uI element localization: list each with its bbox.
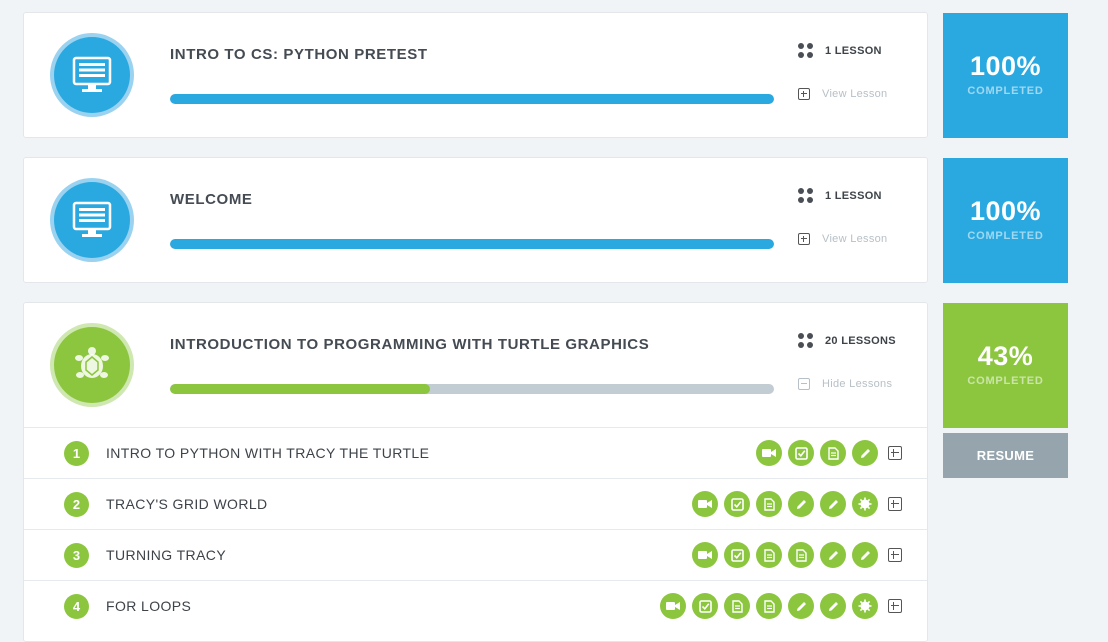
lesson-number: 2 xyxy=(64,491,89,517)
document-icon[interactable] xyxy=(756,491,782,517)
view-lesson-link[interactable]: View Lesson xyxy=(798,233,887,245)
minus-square-icon xyxy=(798,378,810,390)
unit-card: WELCOME 1 LESSON View Lesson xyxy=(23,157,928,283)
document-icon[interactable] xyxy=(756,542,782,568)
lesson-row[interactable]: 1 INTRO TO PYTHON WITH TRACY THE TURTLE xyxy=(24,427,927,478)
lesson-activities xyxy=(692,491,902,517)
progress-fill xyxy=(170,94,774,104)
unit-card: INTRODUCTION TO PROGRAMMING WITH TURTLE … xyxy=(23,302,928,642)
lesson-activities xyxy=(660,593,902,619)
expand-plus-icon[interactable] xyxy=(888,599,902,613)
lesson-activities xyxy=(692,542,902,568)
video-icon[interactable] xyxy=(692,542,718,568)
resume-button[interactable]: RESUME xyxy=(943,433,1068,478)
progress-bar xyxy=(170,384,774,394)
expand-plus-icon[interactable] xyxy=(888,497,902,511)
view-lesson-link[interactable]: View Lesson xyxy=(798,88,887,100)
lesson-count: 1 LESSON xyxy=(798,188,887,203)
video-icon[interactable] xyxy=(660,593,686,619)
lesson-title[interactable]: INTRO TO PYTHON WITH TRACY THE TURTLE xyxy=(106,445,429,461)
completion-percent: 43% xyxy=(977,341,1034,371)
video-icon[interactable] xyxy=(692,491,718,517)
lessons-grid-icon xyxy=(798,333,813,348)
completion-box: 100% COMPLETED xyxy=(943,13,1068,138)
document-icon[interactable] xyxy=(756,593,782,619)
document-icon[interactable] xyxy=(724,593,750,619)
pencil-icon[interactable] xyxy=(852,542,878,568)
unit-card: INTRO TO CS: PYTHON PRETEST 1 LESSON Vie… xyxy=(23,12,928,138)
video-icon[interactable] xyxy=(756,440,782,466)
lesson-title[interactable]: FOR LOOPS xyxy=(106,598,191,614)
lesson-number: 3 xyxy=(64,542,89,568)
lesson-activities xyxy=(756,440,902,466)
completion-percent: 100% xyxy=(969,196,1042,226)
pencil-icon[interactable] xyxy=(820,593,846,619)
badge-icon[interactable] xyxy=(852,593,878,619)
progress-bar xyxy=(170,94,774,104)
pencil-icon[interactable] xyxy=(788,593,814,619)
unit-title: INTRODUCTION TO PROGRAMMING WITH TURTLE … xyxy=(170,336,650,353)
expand-plus-icon[interactable] xyxy=(888,446,902,460)
quiz-check-icon[interactable] xyxy=(724,542,750,568)
quiz-check-icon[interactable] xyxy=(788,440,814,466)
completion-box: 43% COMPLETED xyxy=(943,303,1068,428)
lessons-grid-icon xyxy=(798,188,813,203)
plus-square-icon xyxy=(798,88,810,100)
completion-percent: 100% xyxy=(969,51,1042,81)
document-icon[interactable] xyxy=(788,542,814,568)
monitor-icon xyxy=(54,182,130,258)
plus-square-icon xyxy=(798,233,810,245)
lesson-count: 20 LESSONS xyxy=(798,333,896,348)
pencil-icon[interactable] xyxy=(788,491,814,517)
hide-lessons-link[interactable]: Hide Lessons xyxy=(798,378,896,390)
pencil-icon[interactable] xyxy=(852,440,878,466)
document-icon[interactable] xyxy=(820,440,846,466)
completion-label: COMPLETED xyxy=(967,85,1044,97)
lesson-number: 4 xyxy=(64,593,89,619)
quiz-check-icon[interactable] xyxy=(724,491,750,517)
progress-fill xyxy=(170,239,774,249)
completion-label: COMPLETED xyxy=(967,230,1044,242)
lesson-title[interactable]: TURNING TRACY xyxy=(106,547,226,563)
turtle-icon xyxy=(54,327,130,403)
lesson-count: 1 LESSON xyxy=(798,43,887,58)
pencil-icon[interactable] xyxy=(820,542,846,568)
unit-title: WELCOME xyxy=(170,191,253,208)
completion-box: 100% COMPLETED xyxy=(943,158,1068,283)
unit-title: INTRO TO CS: PYTHON PRETEST xyxy=(170,46,428,63)
progress-fill xyxy=(170,384,430,394)
badge-icon[interactable] xyxy=(852,491,878,517)
expand-plus-icon[interactable] xyxy=(888,548,902,562)
progress-bar xyxy=(170,239,774,249)
lesson-row[interactable]: 4 FOR LOOPS xyxy=(24,580,927,631)
lessons-grid-icon xyxy=(798,43,813,58)
lesson-number: 1 xyxy=(64,440,89,466)
lesson-row[interactable]: 3 TURNING TRACY xyxy=(24,529,927,580)
lesson-title[interactable]: TRACY'S GRID WORLD xyxy=(106,496,268,512)
lesson-row[interactable]: 2 TRACY'S GRID WORLD xyxy=(24,478,927,529)
completion-label: COMPLETED xyxy=(967,375,1044,387)
pencil-icon[interactable] xyxy=(820,491,846,517)
monitor-icon xyxy=(54,37,130,113)
quiz-check-icon[interactable] xyxy=(692,593,718,619)
